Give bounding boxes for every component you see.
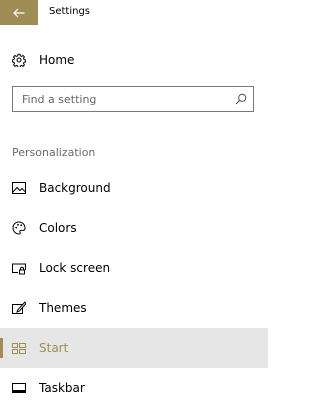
nav-item-taskbar[interactable]: Taskbar	[0, 368, 268, 400]
nav-item-start[interactable]: Start	[0, 328, 268, 368]
start-icon	[12, 341, 26, 355]
back-arrow-icon	[13, 8, 25, 17]
title-bar: Settings	[0, 0, 274, 25]
nav-item-background[interactable]: Background	[0, 168, 268, 208]
nav-item-label: Colors	[39, 221, 77, 235]
nav-item-label: Background	[39, 181, 111, 195]
nav-item-themes[interactable]: Themes	[0, 288, 268, 328]
home-label: Home	[39, 53, 75, 67]
themes-icon	[12, 301, 26, 315]
lock-screen-icon	[12, 261, 26, 275]
search-box[interactable]	[12, 86, 254, 112]
section-header: Personalization	[12, 146, 96, 159]
taskbar-icon	[12, 381, 26, 395]
nav-item-label: Taskbar	[39, 381, 85, 395]
home-nav-item[interactable]: Home	[0, 40, 268, 80]
selection-indicator	[0, 338, 3, 358]
palette-icon	[12, 221, 26, 235]
back-button[interactable]	[0, 0, 38, 25]
gear-icon	[12, 53, 26, 67]
nav-item-label: Themes	[39, 301, 87, 315]
nav-item-colors[interactable]: Colors	[0, 208, 268, 248]
nav-item-lock-screen[interactable]: Lock screen	[0, 248, 268, 288]
search-icon[interactable]	[235, 93, 247, 105]
picture-icon	[12, 181, 26, 195]
nav-item-label: Lock screen	[39, 261, 111, 275]
search-input[interactable]	[13, 87, 228, 111]
nav-item-label: Start	[39, 341, 69, 355]
window-title: Settings	[49, 6, 91, 17]
